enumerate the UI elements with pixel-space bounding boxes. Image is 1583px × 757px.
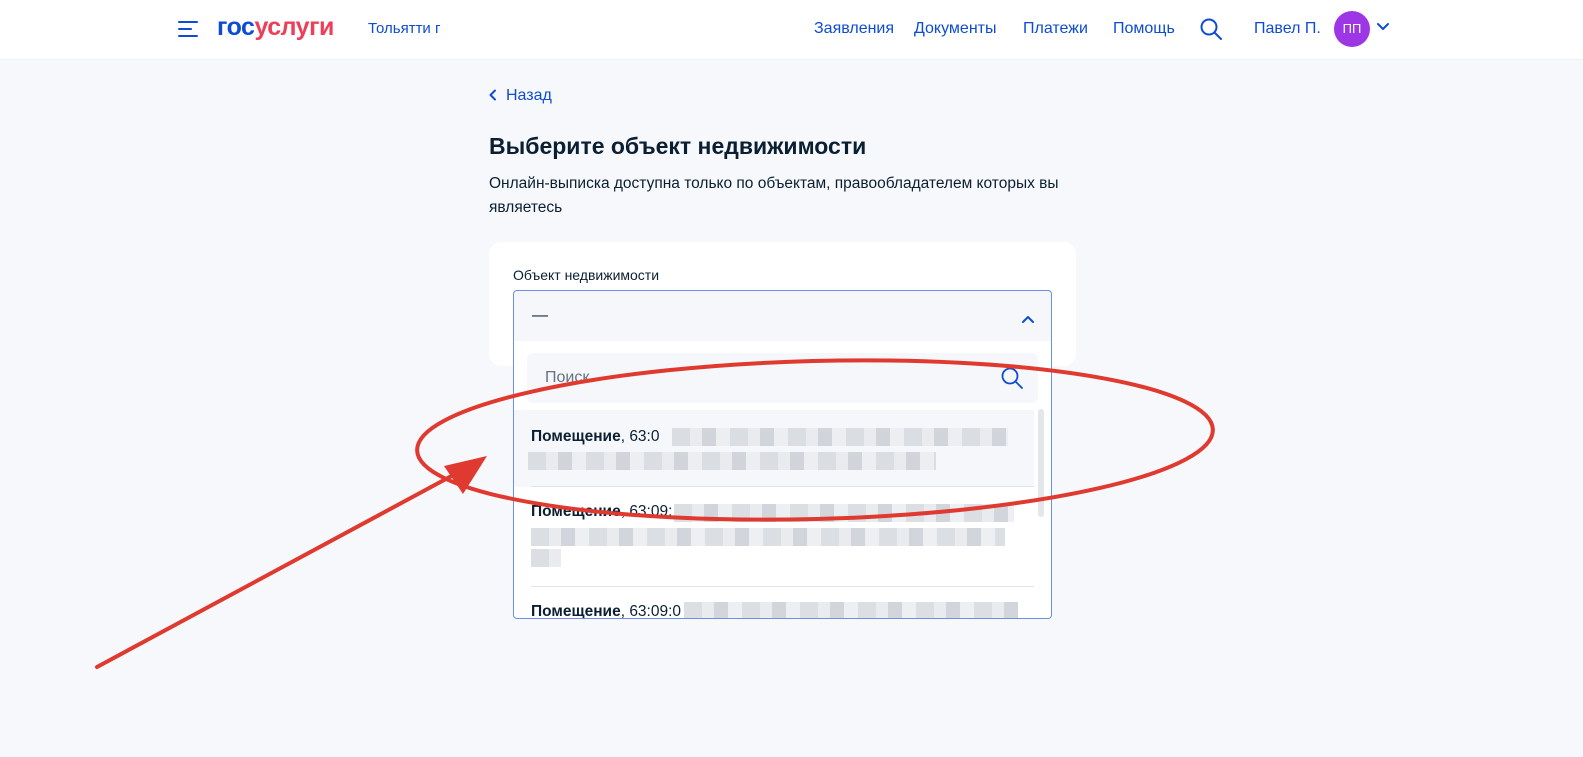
property-select[interactable]: — xyxy=(513,290,1052,342)
list-item[interactable]: Помещение, 63:09:0 xyxy=(514,587,1034,619)
field-label: Объект недвижимости xyxy=(513,267,660,283)
city-selector[interactable]: Тольятти г xyxy=(368,19,440,39)
dropdown-search xyxy=(527,353,1038,403)
back-link-label: Назад xyxy=(506,87,552,104)
list-item[interactable]: Помещение, 63:0 xyxy=(514,410,1034,487)
back-link[interactable]: Назад xyxy=(488,86,552,106)
option-number: , 63:0 xyxy=(620,428,660,445)
property-dropdown: Помещение, 63:0 Помещение, 63:09: Помеще… xyxy=(513,341,1052,619)
search-icon[interactable] xyxy=(1000,366,1024,390)
nav-item-dokumenty[interactable]: Документы xyxy=(914,19,996,39)
option-type: Помещение xyxy=(531,603,621,619)
search-icon[interactable] xyxy=(1199,17,1223,41)
nav-item-pomosch[interactable]: Помощь xyxy=(1113,19,1175,39)
page-title: Выберите объект недвижимости xyxy=(489,133,867,159)
list-item[interactable]: Помещение, 63:09: xyxy=(514,487,1034,587)
redacted-text xyxy=(528,452,936,470)
nav-item-platezhi[interactable]: Платежи xyxy=(1023,19,1088,39)
dropdown-scrollbar[interactable] xyxy=(1038,409,1044,517)
redacted-text xyxy=(531,549,561,567)
redacted-text xyxy=(672,428,1008,446)
option-type: Помещение xyxy=(531,428,621,445)
chevron-down-icon[interactable] xyxy=(1376,20,1390,34)
redacted-text xyxy=(674,504,1014,522)
option-number: , 63:09:0 xyxy=(620,603,682,619)
nav-item-zayavleniya[interactable]: Заявления xyxy=(814,19,894,39)
burger-menu-icon[interactable] xyxy=(178,19,200,39)
user-name[interactable]: Павел П. xyxy=(1254,19,1321,39)
search-input[interactable] xyxy=(527,353,997,403)
chevron-up-icon xyxy=(1021,311,1035,323)
avatar[interactable]: ПП xyxy=(1334,11,1370,47)
select-value: — xyxy=(532,307,548,324)
redacted-text xyxy=(684,602,1018,618)
chevron-left-icon xyxy=(488,87,498,101)
redacted-text xyxy=(531,528,1005,546)
option-type: Помещение xyxy=(531,503,621,520)
top-header: госуслуги Тольятти г Заявления Документы… xyxy=(0,0,1583,60)
page-subtitle: Онлайн-выписка доступна только по объект… xyxy=(489,175,1059,216)
option-number: , 63:09: xyxy=(620,503,673,520)
gosuslugi-logo[interactable]: госуслуги xyxy=(217,11,334,43)
